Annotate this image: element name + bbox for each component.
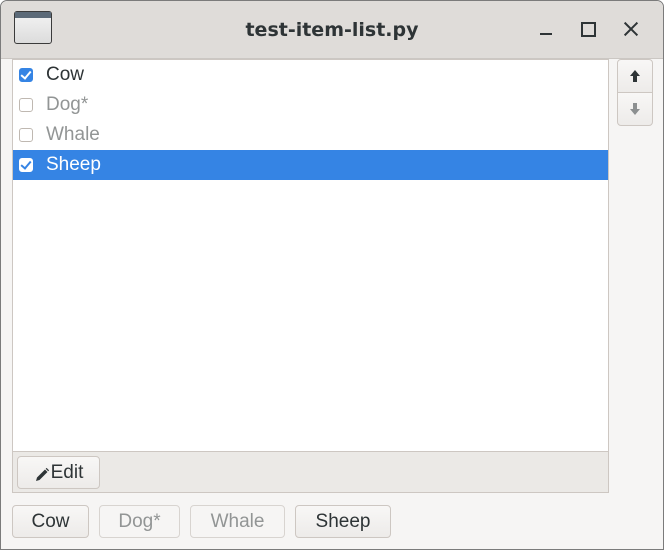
- whale-button[interactable]: Whale: [190, 505, 285, 538]
- close-button[interactable]: [617, 15, 645, 43]
- move-down-button[interactable]: [617, 92, 653, 126]
- item-list[interactable]: Cow Dog* Whale Sheep: [13, 60, 608, 453]
- item-label: Whale: [46, 124, 100, 145]
- minimize-icon: [540, 33, 552, 35]
- sheep-button[interactable]: Sheep: [295, 505, 391, 538]
- list-toolbar: Edit: [13, 451, 608, 492]
- edit-button-label: Edit: [50, 461, 84, 483]
- cow-button[interactable]: Cow: [12, 505, 89, 538]
- window-title: test-item-list.py: [245, 19, 419, 41]
- item-checkbox[interactable]: [19, 128, 33, 142]
- close-icon: [623, 21, 639, 37]
- edit-button[interactable]: Edit: [17, 456, 100, 489]
- item-label: Cow: [46, 64, 85, 85]
- item-checkbox[interactable]: [19, 98, 33, 112]
- title-bar[interactable]: test-item-list.py: [1, 1, 663, 59]
- list-item-cow[interactable]: Cow: [13, 60, 608, 90]
- minimize-button[interactable]: [532, 15, 560, 43]
- whale-button-label: Whale: [210, 510, 265, 532]
- cow-button-label: Cow: [31, 510, 70, 532]
- move-up-button[interactable]: [617, 59, 653, 93]
- item-checkbox[interactable]: [19, 158, 33, 172]
- item-label: Sheep: [46, 154, 101, 175]
- app-window-icon[interactable]: [14, 11, 52, 44]
- arrow-up-icon: [630, 70, 640, 82]
- app-window: test-item-list.py Cow Dog* Whale Sheep E…: [0, 0, 664, 550]
- dog-button-label: Dog*: [118, 510, 161, 532]
- maximize-button[interactable]: [574, 15, 602, 43]
- list-item-whale[interactable]: Whale: [13, 120, 608, 150]
- item-label: Dog*: [46, 94, 89, 115]
- item-checkbox[interactable]: [19, 68, 33, 82]
- pencil-icon: [35, 467, 49, 481]
- sheep-button-label: Sheep: [315, 510, 371, 532]
- arrow-down-icon: [630, 103, 640, 115]
- dog-button[interactable]: Dog*: [99, 505, 180, 538]
- list-item-dog[interactable]: Dog*: [13, 90, 608, 120]
- item-list-frame: Cow Dog* Whale Sheep Edit: [12, 59, 609, 493]
- list-item-sheep[interactable]: Sheep: [13, 150, 608, 180]
- maximize-icon: [580, 21, 596, 37]
